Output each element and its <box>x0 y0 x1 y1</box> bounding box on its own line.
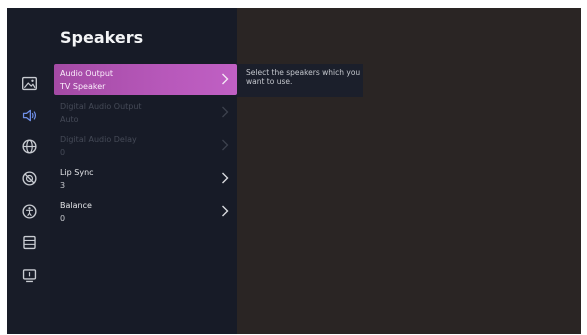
chevron-right-icon <box>222 73 229 85</box>
chevron-right-icon <box>222 205 229 217</box>
device-icon[interactable] <box>18 264 40 286</box>
chevron-right-icon <box>222 172 229 184</box>
menu-item-label: Audio Output <box>60 69 114 78</box>
menu-item-label: Balance <box>60 201 92 210</box>
category-sidebar <box>7 8 50 334</box>
menu-item-digital-audio-delay: Digital Audio Delay 0 <box>54 130 237 161</box>
menu-item-value: 0 <box>60 214 66 223</box>
chevron-right-icon <box>222 139 229 151</box>
menu-item-value: 0 <box>60 148 66 157</box>
menu-item-audio-output[interactable]: Audio Output TV Speaker <box>54 64 237 95</box>
speakers-menu-panel: Speakers Audio Output TV Speaker Digital… <box>50 8 237 334</box>
chevron-right-icon <box>222 106 229 118</box>
page-title: Speakers <box>60 28 144 47</box>
tv-settings-screen: Speakers Audio Output TV Speaker Digital… <box>7 8 581 334</box>
menu-item-label: Lip Sync <box>60 168 94 177</box>
menu-item-value: Auto <box>60 115 79 124</box>
network-icon[interactable] <box>18 135 40 157</box>
menu-item-balance[interactable]: Balance 0 <box>54 196 237 227</box>
menu-item-label: Digital Audio Output <box>60 102 142 111</box>
menu-item-lip-sync[interactable]: Lip Sync 3 <box>54 163 237 194</box>
picture-icon[interactable] <box>18 72 40 94</box>
help-tooltip: Select the speakers which you want to us… <box>237 64 363 97</box>
general-icon[interactable] <box>18 167 40 189</box>
sound-icon[interactable] <box>18 104 40 126</box>
menu-item-value: TV Speaker <box>60 82 106 91</box>
menu-item-label: Digital Audio Delay <box>60 135 137 144</box>
menu-item-value: 3 <box>60 181 66 190</box>
support-icon[interactable] <box>18 231 40 253</box>
accessibility-icon[interactable] <box>18 200 40 222</box>
menu-item-digital-audio-output: Digital Audio Output Auto <box>54 97 237 128</box>
